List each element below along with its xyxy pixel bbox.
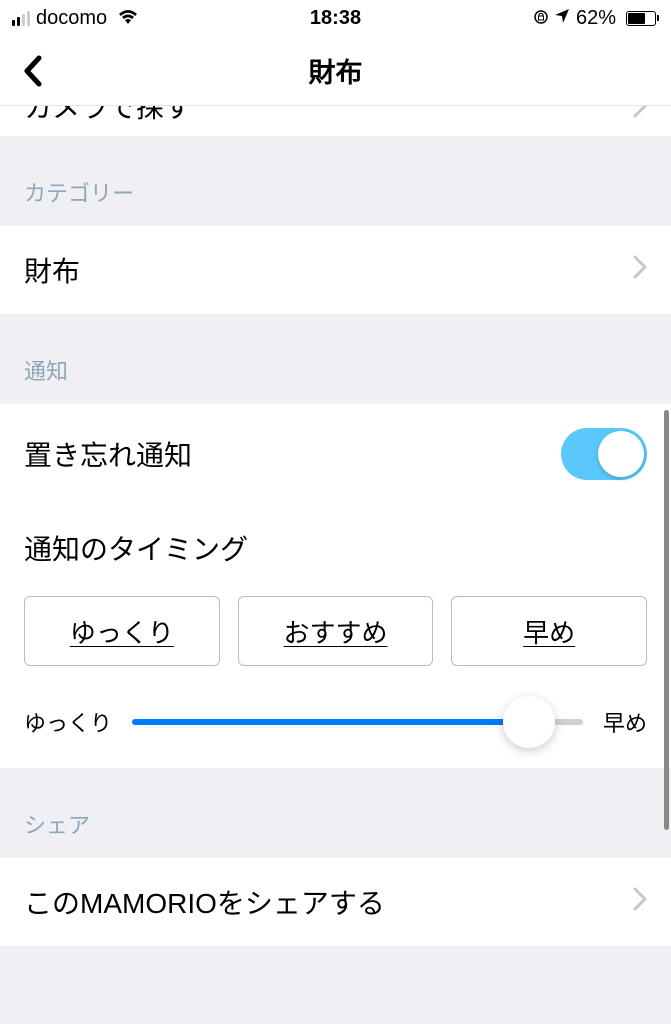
status-bar: docomo 18:38 62%: [0, 0, 671, 36]
timing-label: 通知のタイミング: [24, 504, 647, 596]
carrier-label: docomo: [36, 7, 107, 30]
timing-buttons: ゆっくり おすすめ 早め: [24, 596, 647, 666]
camera-search-label: カメラで探す: [24, 106, 192, 126]
slider-thumb-icon[interactable]: [503, 696, 555, 748]
scroll-indicator[interactable]: [664, 410, 669, 830]
share-row[interactable]: このMAMORIOをシェアする: [0, 858, 671, 946]
forget-notification-row: 置き忘れ通知: [0, 404, 671, 504]
lock-icon: [534, 7, 548, 30]
battery-icon: [622, 11, 659, 26]
category-row[interactable]: 財布: [0, 226, 671, 314]
timing-slow-button[interactable]: ゆっくり: [24, 596, 220, 666]
slider-max-label: 早め: [603, 706, 647, 738]
forget-notification-toggle[interactable]: [561, 428, 647, 480]
chevron-right-icon: [633, 886, 647, 918]
share-label: このMAMORIOをシェアする: [24, 882, 385, 922]
wifi-icon: [117, 7, 139, 30]
category-header: カテゴリー: [0, 136, 671, 226]
signal-icon: [12, 10, 30, 26]
chevron-right-icon: [633, 106, 647, 123]
status-right: 62%: [534, 7, 659, 30]
timing-slider-row: ゆっくり 早め: [24, 706, 647, 738]
status-left: docomo: [12, 7, 139, 30]
notification-header: 通知: [0, 314, 671, 404]
status-time: 18:38: [310, 7, 361, 30]
battery-pct: 62%: [576, 7, 616, 30]
timing-section: 通知のタイミング ゆっくり おすすめ 早め ゆっくり 早め: [0, 504, 671, 768]
forget-notification-label: 置き忘れ通知: [24, 434, 192, 474]
timing-recommended-button[interactable]: おすすめ: [238, 596, 434, 666]
chevron-right-icon: [633, 254, 647, 286]
timing-fast-button[interactable]: 早め: [451, 596, 647, 666]
back-button[interactable]: [18, 56, 48, 86]
camera-search-row[interactable]: カメラで探す: [0, 106, 671, 136]
category-value: 財布: [24, 250, 80, 290]
page-title: 財布: [309, 51, 363, 90]
nav-bar: 財布: [0, 36, 671, 106]
timing-slider[interactable]: [132, 719, 583, 725]
slider-min-label: ゆっくり: [24, 706, 112, 738]
share-header: シェア: [0, 768, 671, 858]
location-icon: [554, 7, 570, 30]
